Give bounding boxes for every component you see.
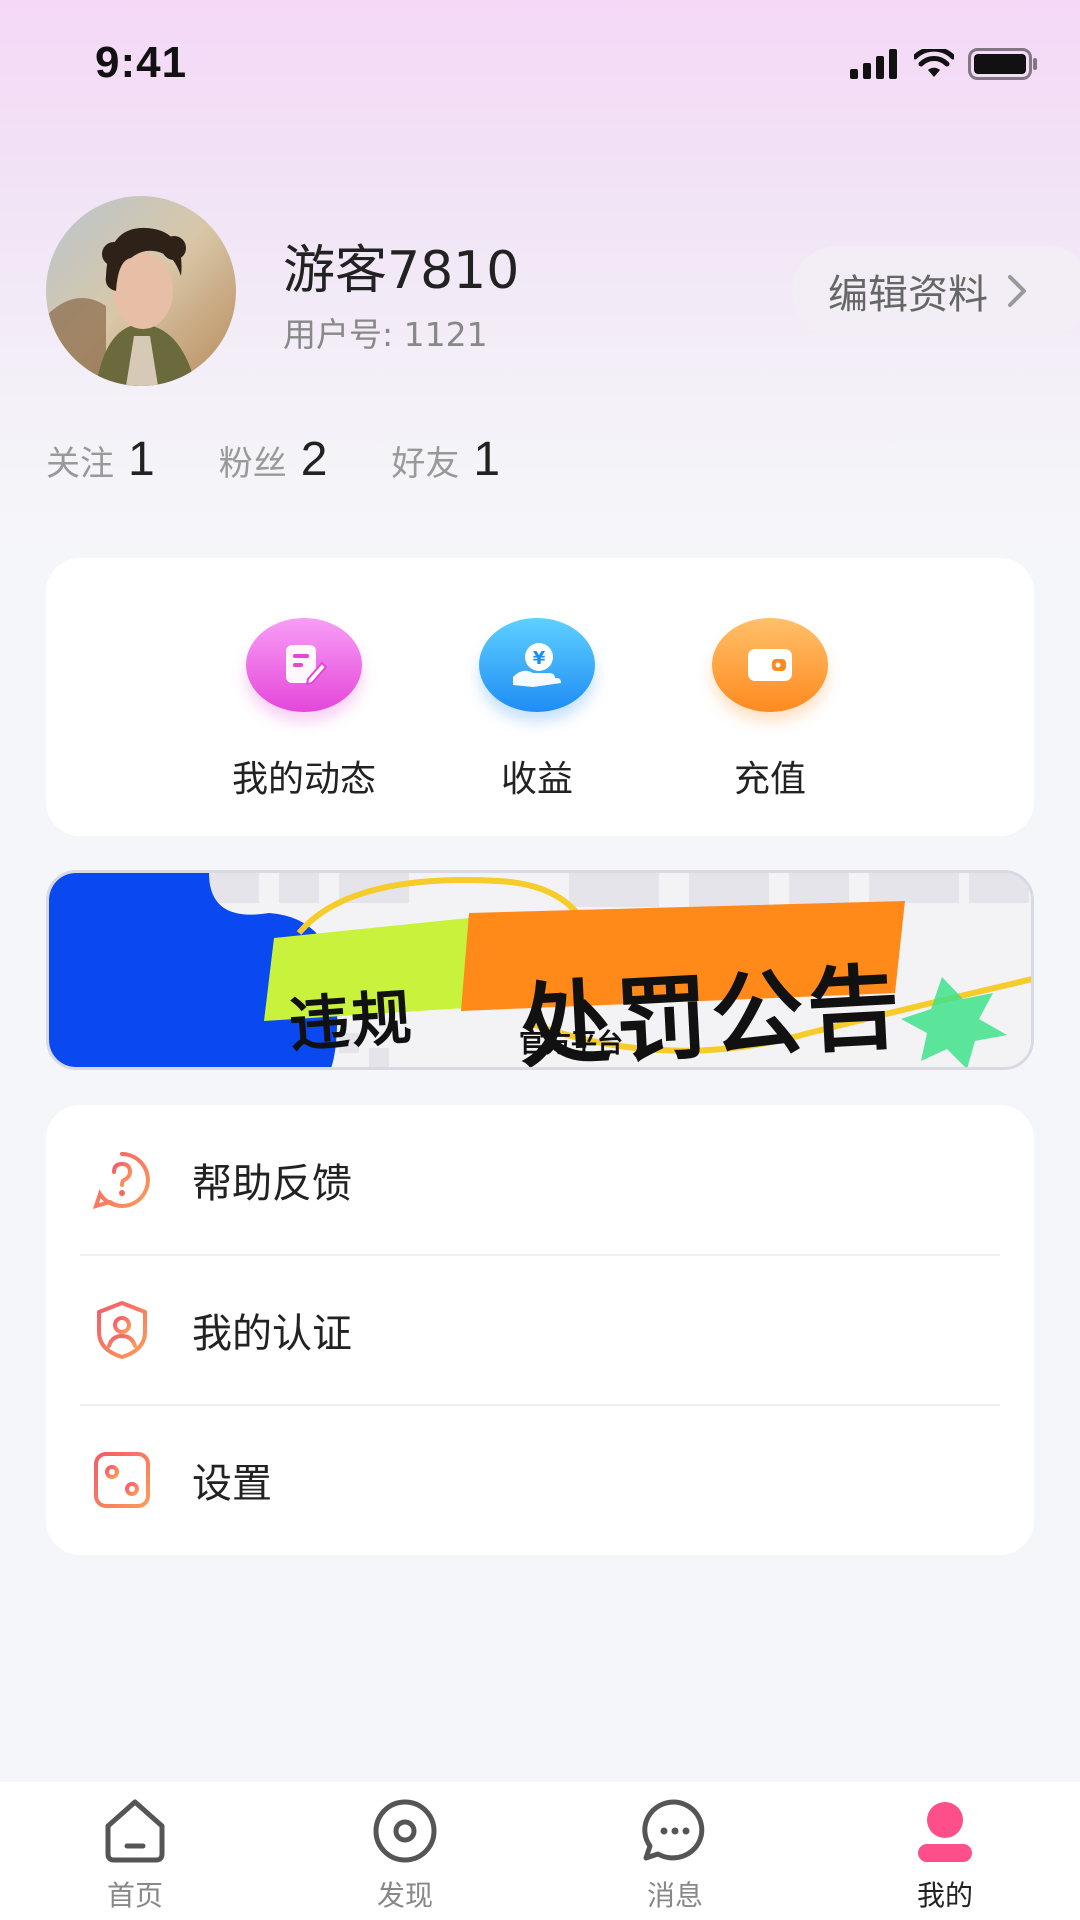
edit-profile-label: 编辑资料 — [828, 272, 988, 318]
profile-icon — [918, 1802, 972, 1862]
menu-item-label: 设置 — [192, 1461, 272, 1507]
status-time: 9:41 — [95, 38, 188, 87]
edit-profile-button[interactable]: 编辑资料 — [792, 246, 1080, 336]
quick-action-my-posts[interactable]: 我的动态 — [214, 618, 394, 802]
tab-label: 我的 — [916, 1879, 973, 1912]
menu-item-label: 我的认证 — [192, 1311, 352, 1357]
banner-tag: 违规 — [287, 982, 416, 1062]
stat-fans[interactable]: 粉丝 2 — [219, 432, 328, 487]
svg-text:¥: ¥ — [533, 648, 546, 669]
username: 游客7810 — [283, 241, 520, 301]
avatar[interactable] — [46, 196, 236, 386]
quick-action-recharge[interactable]: 充值 — [680, 618, 860, 802]
tab-label: 首页 — [106, 1879, 163, 1912]
battery-icon — [968, 48, 1037, 80]
tab-mine[interactable]: 我的 — [880, 1796, 1010, 1914]
money-hand-icon: ¥ — [479, 618, 595, 712]
quick-action-label: 充值 — [733, 759, 806, 800]
menu-item-help-feedback[interactable]: 帮助反馈 — [46, 1105, 1034, 1255]
user-id-value: 1121 — [403, 315, 488, 354]
user-id: 用户号: 1121 — [283, 308, 488, 356]
tab-label: 发现 — [376, 1879, 433, 1912]
bottom-tab-bar: 首页 发现 消息 我的 — [0, 1782, 1080, 1920]
profile-screen: 9:41 游客7810 用户号: 1121 编辑资料 关注 1 粉丝 2 好友 … — [0, 0, 1080, 1920]
settings-icon — [94, 1452, 150, 1508]
document-edit-icon — [246, 618, 362, 712]
menu-item-verification[interactable]: 我的认证 — [46, 1255, 1034, 1405]
chevron-right-icon — [1008, 275, 1026, 307]
stat-friends[interactable]: 好友 1 — [391, 432, 500, 487]
menu-item-label: 帮助反馈 — [192, 1161, 352, 1207]
quick-action-label: 收益 — [500, 759, 573, 800]
quick-action-label: 我的动态 — [231, 759, 376, 800]
shield-user-icon — [97, 1301, 147, 1359]
stat-value: 2 — [300, 433, 328, 486]
stat-value: 1 — [473, 433, 501, 486]
help-icon — [92, 1152, 150, 1209]
user-id-label: 用户号: — [283, 315, 394, 354]
discover-icon — [373, 1799, 437, 1863]
stat-label: 粉丝 — [218, 444, 287, 484]
penalty-notice-banner[interactable]: 违规 处罚公告 官方平台 — [46, 870, 1034, 1070]
tab-discover[interactable]: 发现 — [340, 1796, 470, 1914]
status-icons — [850, 48, 1038, 80]
tab-home[interactable]: 首页 — [70, 1796, 200, 1914]
signal-icon — [850, 49, 897, 79]
wifi-icon — [914, 49, 954, 77]
stat-following[interactable]: 关注 1 — [46, 432, 155, 487]
wallet-icon — [712, 618, 828, 712]
stat-value: 1 — [128, 433, 155, 486]
stat-label: 关注 — [46, 444, 114, 484]
status-bar: 9:41 — [0, 0, 1080, 130]
message-icon — [642, 1799, 705, 1861]
quick-actions-card: 我的动态 ¥ 收益 充值 — [46, 558, 1034, 836]
menu-item-settings[interactable]: 设置 — [46, 1405, 1034, 1555]
menu-card: 帮助反馈 我的认证 设置 — [46, 1105, 1034, 1555]
quick-action-earnings[interactable]: ¥ 收益 — [447, 618, 627, 802]
banner-subtitle: 官方平台 — [519, 1029, 624, 1059]
stat-label: 好友 — [391, 444, 460, 484]
tab-messages[interactable]: 消息 — [610, 1796, 740, 1914]
tab-label: 消息 — [646, 1879, 703, 1912]
home-icon — [105, 1799, 165, 1863]
stats-row: 关注 1 粉丝 2 好友 1 — [46, 432, 564, 487]
